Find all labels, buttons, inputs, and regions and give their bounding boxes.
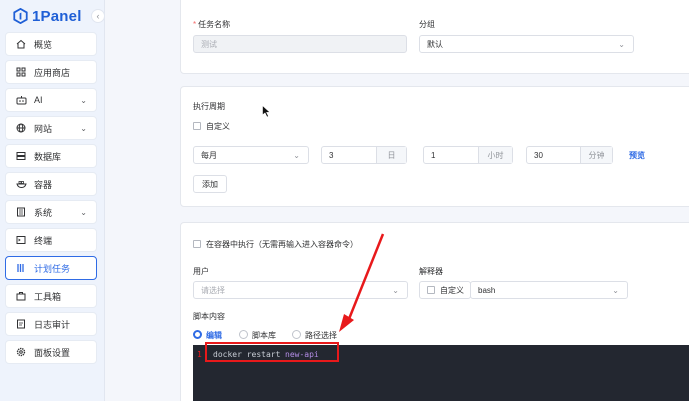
sidebar-item-label: 面板设置 <box>34 347 71 358</box>
sidebar: 1Panel ‹ 概览 应用商店 AI ⌄ 网站 ⌄ 数据库 容器 系统 ⌄ 终… <box>0 0 105 401</box>
minute-input[interactable]: 30 分钟 <box>526 146 613 164</box>
chevron-down-icon: ⌄ <box>612 285 619 295</box>
sidebar-item-label: 系统 <box>34 207 53 218</box>
hour-unit: 小时 <box>478 147 512 163</box>
globe-icon <box>14 123 28 133</box>
user-label: 用户 <box>193 267 209 276</box>
task-basic-card: * 任务名称 测试 分组 默认 ⌄ <box>180 0 689 74</box>
sidebar-item-database[interactable]: 数据库 <box>5 144 97 168</box>
interpreter-select[interactable]: bash ⌄ <box>470 281 628 299</box>
brand-name: 1Panel <box>32 7 82 25</box>
task-name-input[interactable]: 测试 <box>193 35 407 53</box>
annotation-highlight-box <box>205 342 339 362</box>
sidebar-item-label: 容器 <box>34 179 53 190</box>
interpreter-custom-label: 自定义 <box>440 285 464 295</box>
sidebar-item-ai[interactable]: AI ⌄ <box>5 88 97 112</box>
sidebar-item-label: 计划任务 <box>34 263 71 274</box>
sidebar-item-label: 工具箱 <box>34 291 62 302</box>
sidebar-item-label: AI <box>34 95 43 105</box>
chevron-left-icon: ‹ <box>96 11 100 21</box>
line-number: 1 <box>197 350 202 359</box>
mode-library-label[interactable]: 脚本库 <box>252 330 276 341</box>
script-card: 在容器中执行（无需再输入进入容器命令） 用户 请选择 ⌄ 解释器 自定义 bas… <box>180 222 689 401</box>
schedule-title: 执行周期 <box>193 102 225 111</box>
period-select[interactable]: 每月 ⌄ <box>193 146 309 164</box>
sidebar-item-label: 概览 <box>34 39 53 50</box>
sidebar-item-label: 网站 <box>34 123 53 134</box>
sidebar-item-label: 终端 <box>34 235 53 246</box>
sidebar-item-containers[interactable]: 容器 <box>5 172 97 196</box>
sidebar-item-toolbox[interactable]: 工具箱 <box>5 284 97 308</box>
toolbox-icon <box>14 291 28 301</box>
add-schedule-button[interactable]: 添加 <box>193 175 227 193</box>
container-icon <box>14 179 28 189</box>
sidebar-item-app-store[interactable]: 应用商店 <box>5 60 97 84</box>
mode-path-radio[interactable] <box>292 330 301 339</box>
interpreter-custom-toggle[interactable]: 自定义 <box>419 281 471 299</box>
sidebar-item-label: 日志审计 <box>34 319 71 330</box>
script-content-label: 脚本内容 <box>193 312 225 321</box>
system-icon <box>14 207 28 217</box>
sidebar-item-terminal[interactable]: 终端 <box>5 228 97 252</box>
terminal-icon <box>14 235 28 245</box>
day-unit: 日 <box>376 147 406 163</box>
chevron-down-icon: ⌄ <box>618 39 625 49</box>
home-icon <box>14 39 28 49</box>
main-content: * 任务名称 测试 分组 默认 ⌄ 执行周期 自定义 每月 ⌄ 3 日 1 小时 … <box>105 0 689 401</box>
annotation-arrow-icon <box>339 233 385 332</box>
cron-icon <box>14 263 28 273</box>
sidebar-item-label: 数据库 <box>34 151 62 162</box>
database-icon <box>14 151 28 161</box>
sidebar-item-system[interactable]: 系统 ⌄ <box>5 200 97 224</box>
chevron-down-icon: ⌄ <box>80 207 87 217</box>
chevron-down-icon: ⌄ <box>80 123 87 133</box>
sidebar-item-cron-tasks[interactable]: 计划任务 <box>5 256 97 280</box>
1panel-logo-icon <box>13 8 28 24</box>
mode-edit-radio[interactable] <box>193 330 202 339</box>
mode-library-radio[interactable] <box>239 330 248 339</box>
sidebar-item-label: 应用商店 <box>34 67 71 78</box>
group-label: 分组 <box>419 20 435 29</box>
chevron-down-icon: ⌄ <box>293 150 300 160</box>
task-name-label: * 任务名称 <box>193 20 231 29</box>
run-in-container-checkbox[interactable] <box>193 240 201 248</box>
logo[interactable]: 1Panel <box>13 6 82 26</box>
mouse-cursor-icon <box>262 105 271 118</box>
hour-input[interactable]: 1 小时 <box>423 146 513 164</box>
custom-schedule-label: 自定义 <box>206 122 230 131</box>
day-input[interactable]: 3 日 <box>321 146 407 164</box>
mode-edit-label[interactable]: 编辑 <box>206 330 222 341</box>
collapse-sidebar-button[interactable]: ‹ <box>91 9 105 23</box>
sidebar-item-audit-logs[interactable]: 日志审计 <box>5 312 97 336</box>
group-select[interactable]: 默认 ⌄ <box>419 35 634 53</box>
interpreter-custom-checkbox[interactable] <box>427 286 435 294</box>
interpreter-label: 解释器 <box>419 267 443 276</box>
preview-link[interactable]: 预览 <box>629 150 645 161</box>
schedule-card: 执行周期 自定义 每月 ⌄ 3 日 1 小时 30 分钟 预览 添加 <box>180 86 689 207</box>
sidebar-item-websites[interactable]: 网站 ⌄ <box>5 116 97 140</box>
robot-icon <box>14 95 28 105</box>
chevron-down-icon: ⌄ <box>80 95 87 105</box>
log-icon <box>14 319 28 329</box>
sidebar-item-panel-settings[interactable]: 面板设置 <box>5 340 97 364</box>
apps-grid-icon <box>14 67 28 77</box>
custom-schedule-checkbox[interactable] <box>193 122 201 130</box>
minute-unit: 分钟 <box>580 147 612 163</box>
sidebar-item-overview[interactable]: 概览 <box>5 32 97 56</box>
settings-icon <box>14 347 28 357</box>
